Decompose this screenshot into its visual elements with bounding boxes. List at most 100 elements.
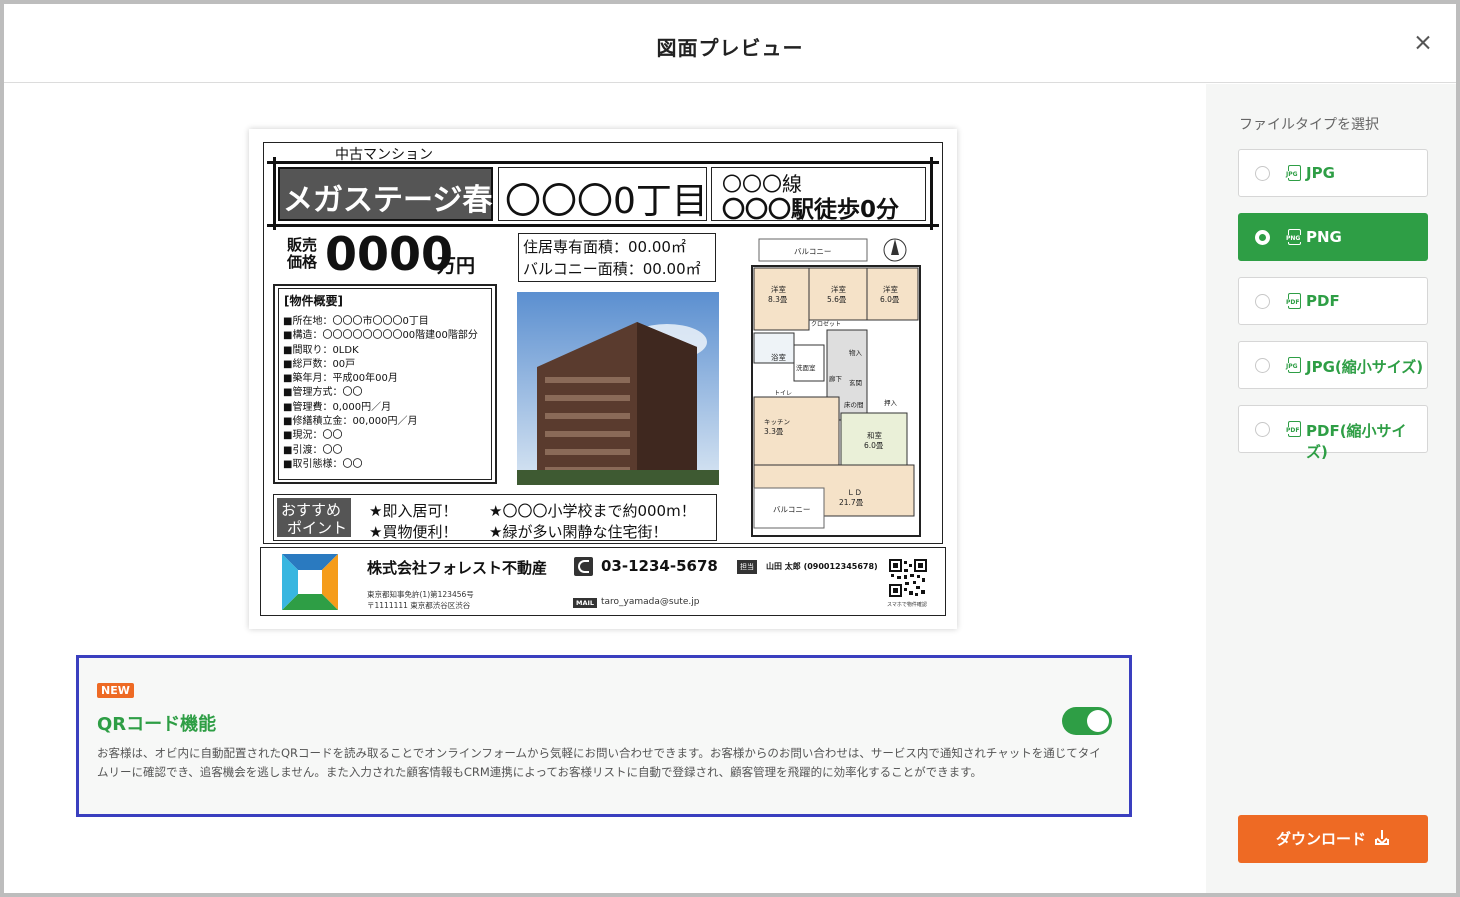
fp-balcony-top: バルコニー (794, 247, 831, 256)
flyer-rule-right (930, 157, 933, 230)
fp-tokonoma: 床の間 (844, 400, 864, 409)
radio-icon[interactable] (1255, 422, 1270, 437)
mail-icon: MAIL (573, 598, 598, 608)
download-label: ダウンロード (1275, 830, 1366, 848)
flyer-station-box: 〇〇〇線 〇〇〇駅徒歩0分 (711, 167, 926, 223)
summary-item: ■取引態様：〇〇 (283, 458, 363, 470)
flyer-email: taro_yamada@sute.jp (601, 597, 700, 607)
fp-washitsu: 和室 (867, 430, 882, 440)
summary-item: ■間取り：0LDK (283, 344, 359, 356)
qr-feature-toggle[interactable] (1062, 707, 1112, 735)
file-pdf-icon: PDF (1285, 293, 1301, 309)
summary-item: ■管理費：0,000円／月 (283, 401, 392, 413)
flyer-price-label-2: 価格 (287, 253, 318, 271)
flyer-area-box: 住居専有面積：00.00㎡ バルコニー面積：00.00㎡ (518, 233, 716, 282)
flyer-staff: 山田 太郎 (090012345678) (766, 562, 878, 571)
flyer-recommend-label-2: ポイント (287, 519, 348, 537)
summary-item: ■築年月：平成00年00月 (283, 373, 398, 385)
fp-washroom: 洗面室 (796, 363, 816, 372)
flyer-address-short: 〇〇〇0丁目 (505, 181, 708, 222)
fp-washitsu-size: 6.0畳 (864, 441, 884, 450)
file-jpg-icon: JPG (1285, 165, 1301, 181)
file-type-sidebar: ファイルタイプを選択 JPG JPG PNG PNG PDF PDF JPG J… (1206, 84, 1456, 893)
summary-item: ■修繕積立金：00,000円／月 (283, 416, 418, 428)
download-icon (1374, 830, 1390, 846)
flyer-point: ★即入居可！ (369, 502, 458, 520)
fp-room2-size: 5.6畳 (827, 295, 847, 304)
option-label: PDF(縮小サイズ) (1306, 422, 1407, 461)
fp-hall: 廊下 (829, 374, 843, 383)
file-type-option-pdf[interactable]: PDF PDF (1238, 277, 1428, 325)
option-label: PNG (1306, 228, 1342, 246)
qr-feature-panel: NEW QRコード機能 お客様は、オビ内に自動配置されたQRコードを読み取ること… (76, 655, 1132, 817)
radio-icon[interactable] (1255, 358, 1270, 373)
fp-kitchen: キッチン (764, 418, 790, 426)
fp-balcony-bottom: バルコニー (773, 505, 810, 514)
fp-ld-size: 21.7畳 (839, 498, 864, 507)
fp-closet: クロゼット (811, 320, 841, 328)
flyer-point: ★買物便利！ (369, 523, 458, 541)
flyer-rule-top (267, 161, 939, 164)
radio-icon[interactable] (1255, 294, 1270, 309)
fp-room1-size: 8.3畳 (768, 295, 788, 304)
file-type-option-png[interactable]: PNG PNG (1238, 213, 1428, 261)
summary-item: ■現況：〇〇 (283, 430, 343, 442)
summary-item: ■管理方式：〇〇 (283, 387, 363, 399)
flyer-price-label-1: 販売 (287, 236, 318, 254)
flyer-property-name: メガステージ春日 (283, 183, 523, 218)
floor-plan: バルコニー 洋室 8.3畳 洋室 5.6畳 洋室 6.0畳 クロゼット 浴室 洗… (751, 238, 921, 537)
file-png-icon: PNG (1285, 229, 1302, 245)
fp-ld: ＬＤ (847, 488, 862, 497)
modal-header: 図面プレビュー (4, 4, 1456, 83)
flyer-area-living: 住居専有面積：00.00㎡ (523, 238, 686, 256)
company-logo (282, 554, 338, 610)
fp-entrance: 玄関 (849, 378, 862, 387)
flyer-phone: 03-1234-5678 (601, 557, 718, 575)
fp-room1: 洋室 (771, 284, 786, 294)
building-photo (517, 292, 719, 485)
file-jpg-icon: JPG (1285, 357, 1301, 373)
file-type-option-jpg-small[interactable]: JPG JPG(縮小サイズ) (1238, 341, 1428, 389)
preview-area: 中古マンション メガステージ春日 〇〇〇0丁目 〇〇〇線 〇〇〇駅徒歩0分 販売… (4, 84, 1206, 893)
fp-kitchen-size: 3.3畳 (764, 427, 784, 436)
new-badge: NEW (97, 683, 134, 698)
flyer-price-value: 0000 (325, 227, 454, 281)
file-type-option-jpg[interactable]: JPG JPG (1238, 149, 1428, 197)
summary-item: ■所在地：〇〇〇市〇〇〇0丁目 (283, 316, 429, 327)
radio-icon[interactable] (1255, 166, 1270, 181)
summary-item: ■引渡：〇〇 (283, 444, 343, 456)
fp-toilet: トイレ (774, 390, 792, 397)
flyer-summary-title: [物件概要] (284, 294, 343, 308)
close-icon[interactable] (1408, 28, 1438, 58)
option-label: JPG (1306, 164, 1335, 182)
flyer-area-balcony: バルコニー面積：00.00㎡ (523, 260, 701, 278)
phone-icon (574, 557, 593, 576)
flyer-point: ★緑が多い閑静な住宅街！ (489, 523, 668, 541)
flyer-company-address: 〒1111111 東京都渋谷区渋谷 (367, 601, 471, 610)
flyer-company-name: 株式会社フォレスト不動産 (367, 559, 548, 577)
modal-title: 図面プレビュー (656, 36, 804, 60)
flyer-license: 東京都知事免許(1)第123456号 (367, 590, 474, 599)
fp-bath: 浴室 (771, 352, 786, 362)
flyer-preview: 中古マンション メガステージ春日 〇〇〇0丁目 〇〇〇線 〇〇〇駅徒歩0分 販売… (249, 129, 957, 629)
qr-feature-title: QRコード機能 (97, 714, 217, 735)
fp-storage: 物入 (849, 348, 863, 357)
download-button[interactable]: ダウンロード (1238, 815, 1428, 863)
flyer-price-unit: 万円 (437, 255, 476, 277)
file-type-option-pdf-small[interactable]: PDF PDF(縮小サイズ) (1238, 405, 1428, 461)
fp-room3: 洋室 (883, 284, 898, 294)
option-label: PDF (1306, 292, 1340, 310)
toggle-knob (1087, 710, 1109, 732)
flyer-staff-badge: 担当 (737, 560, 757, 574)
flyer-station-walk: 〇〇〇駅徒歩0分 (722, 197, 900, 223)
fp-oshiire: 押入 (884, 398, 898, 407)
summary-item: ■総戸数：00戸 (283, 358, 356, 370)
flyer-summary-list: ■所在地：〇〇〇市〇〇〇0丁目 ■構造：〇〇〇〇〇〇〇〇00階建00階部分 ■間… (283, 315, 478, 472)
radio-selected-icon[interactable] (1255, 230, 1270, 245)
flyer-rule-left (273, 157, 276, 230)
flyer-address-box: 〇〇〇0丁目 (498, 167, 708, 222)
file-type-label: ファイルタイプを選択 (1239, 117, 1379, 133)
summary-item: ■構造：〇〇〇〇〇〇〇〇00階建00階部分 (283, 330, 478, 342)
preview-modal: 図面プレビュー 中古マンション メガステージ春日 〇〇〇0丁目 〇〇〇線 〇〇〇… (4, 4, 1456, 893)
flyer-recommend-label-box: おすすめ ポイント (277, 498, 351, 537)
